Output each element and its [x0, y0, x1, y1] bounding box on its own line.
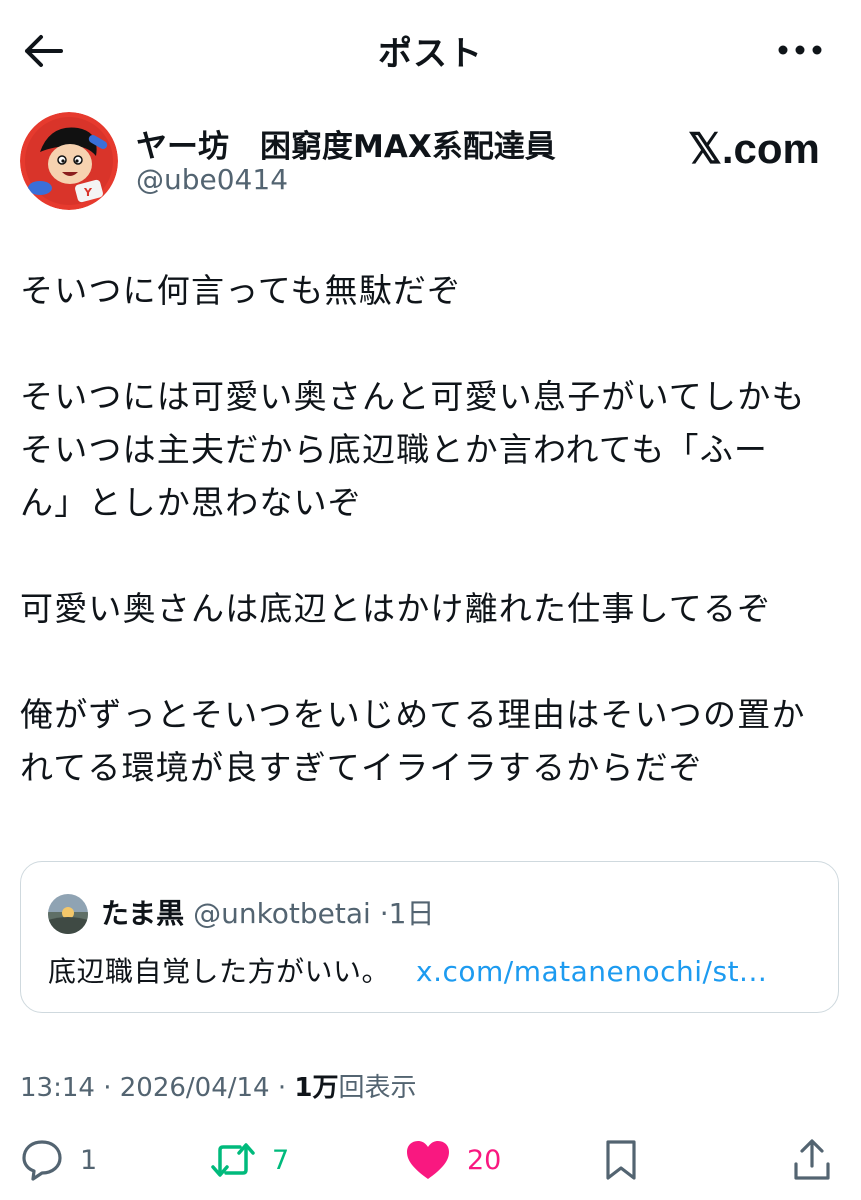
quoted-time: 1日	[388, 897, 435, 930]
post-line: 俺がずっとそいつをいじめてる理由はそいつの置か	[20, 695, 806, 734]
post-body: そいつに何言っても無駄だぞ そいつには可愛い奥さんと可愛い息子がいてしかも そい…	[20, 264, 850, 794]
post-line: そいつは主夫だから底辺職とか言われても「ふー	[20, 430, 769, 469]
bookmark-button[interactable]	[603, 1130, 639, 1190]
avatar[interactable]: Y	[20, 112, 118, 210]
heart-icon	[407, 1141, 449, 1179]
quoted-link[interactable]: x.com/matanenochi/st...	[416, 955, 767, 988]
repost-count: 7	[272, 1144, 290, 1176]
brand-watermark: 𝕏.com	[688, 125, 820, 172]
post-timestamp: 13:14 · 2026/04/14 · 1万回表示	[20, 1067, 417, 1104]
svg-text:Y: Y	[83, 186, 93, 199]
quoted-name: たま黒	[101, 897, 185, 930]
reply-button[interactable]: 1	[20, 1130, 97, 1190]
bookmark-icon	[606, 1140, 636, 1180]
views-count[interactable]: 1万	[294, 1073, 338, 1103]
post-line: そいつには可愛い奥さんと可愛い息子がいてしかも	[20, 377, 806, 416]
quoted-text: 底辺職自覚した方がいい。	[48, 955, 391, 988]
post-line: れてる環境が良すぎてイライラするからだぞ	[20, 748, 704, 787]
share-upload-icon	[794, 1139, 830, 1180]
repost-button[interactable]: 7	[210, 1130, 289, 1190]
share-button[interactable]	[792, 1130, 832, 1190]
post-time: 13:14	[20, 1073, 95, 1103]
views-label: 回表示	[338, 1073, 417, 1103]
more-button[interactable]	[772, 30, 828, 70]
like-count: 20	[467, 1144, 502, 1176]
author-handle[interactable]: @ube0414	[136, 163, 288, 196]
quoted-post-card[interactable]: たま黒 @unkotbetai ·1日 底辺職自覚した方がいい。 x.com/ma…	[20, 861, 839, 1013]
page-title: ポスト	[378, 34, 483, 74]
more-horizontal-icon	[778, 45, 822, 55]
like-button[interactable]: 20	[405, 1130, 501, 1190]
reply-count: 1	[80, 1144, 98, 1176]
quoted-separator: ·	[379, 897, 389, 930]
quoted-avatar	[48, 894, 88, 934]
top-bar: ポスト	[0, 0, 861, 100]
repost-arrows-icon	[211, 1143, 255, 1177]
post-line: そいつに何言っても無駄だぞ	[20, 271, 462, 310]
timestamp-separator: ·	[103, 1073, 112, 1103]
post-line: 可愛い奥さんは底辺とはかけ離れた仕事してるぞ	[20, 589, 772, 628]
action-bar: 1 7 20	[0, 1130, 861, 1190]
avatar-cartoon-icon: Y	[20, 112, 118, 210]
speech-bubble-icon	[22, 1140, 62, 1181]
post-date: 2026/04/14	[119, 1073, 270, 1103]
post-line: ん」としか思わないぞ	[20, 483, 362, 522]
timestamp-separator: ·	[277, 1073, 287, 1103]
quoted-header: たま黒 @unkotbetai ·1日	[101, 892, 434, 932]
landscape-avatar-icon	[48, 894, 88, 934]
quoted-handle: @unkotbetai	[193, 897, 371, 930]
quoted-text-row: 底辺職自覚した方がいい。 x.com/matanenochi/st...	[48, 950, 767, 990]
author-display-name[interactable]: ヤー坊 困窮度MAX系配達員	[136, 121, 556, 166]
